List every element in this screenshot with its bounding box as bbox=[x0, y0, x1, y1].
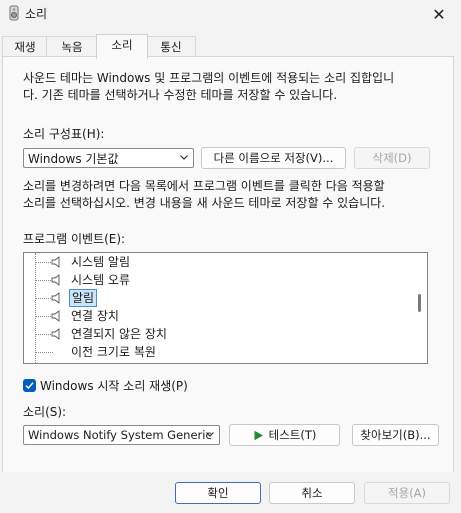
event-label: 이전 크기로 복원 bbox=[71, 345, 156, 359]
close-button[interactable]: ✕ bbox=[417, 0, 461, 28]
list-item[interactable]: 연결 장치 bbox=[24, 307, 409, 325]
cancel-button[interactable]: 취소 bbox=[269, 482, 355, 504]
speaker-icon bbox=[51, 310, 60, 322]
chevron-down-icon bbox=[206, 432, 214, 437]
save-as-button[interactable]: 다른 이름으로 저장(V)... bbox=[201, 147, 346, 169]
chevron-down-icon bbox=[180, 155, 188, 160]
close-icon: ✕ bbox=[432, 4, 446, 24]
startup-sound-checkbox[interactable] bbox=[23, 379, 36, 392]
startup-sound-label: Windows 시작 소리 재생(P) bbox=[40, 379, 188, 393]
tab-playback[interactable]: 재생 bbox=[2, 36, 48, 57]
event-label: 알림 bbox=[69, 289, 98, 307]
startup-sound-option[interactable]: Windows 시작 소리 재생(P) bbox=[23, 377, 188, 394]
event-label: 시스템 오류 bbox=[71, 273, 131, 287]
test-button-label: 테스트(T) bbox=[268, 428, 317, 442]
tab-recording[interactable]: 녹음 bbox=[46, 36, 98, 57]
list-item[interactable]: 시스템 오류 bbox=[24, 271, 409, 289]
tab-sounds[interactable]: 소리 bbox=[96, 34, 148, 59]
scheme-description-line2: 다. 기존 테마를 선택하거나 수정한 테마를 저장할 수 있습니다. bbox=[23, 88, 338, 102]
list-item[interactable]: 시스템 알림 bbox=[24, 253, 409, 271]
event-label: 시스템 알림 bbox=[71, 255, 131, 269]
browse-button[interactable]: 찾아보기(B)... bbox=[352, 424, 439, 446]
event-label: 연결 장치 bbox=[71, 309, 119, 323]
vertical-scrollbar[interactable] bbox=[413, 253, 427, 363]
apply-button[interactable]: 적용(A) bbox=[364, 482, 450, 504]
window-title: 소리 bbox=[25, 7, 48, 21]
sound-dialog: 소리 ✕ 재생 녹음 소리 통신 사운드 테마는 Windows 및 프로그램의… bbox=[0, 0, 461, 513]
event-label: 연결되지 않은 장치 bbox=[71, 327, 167, 341]
checkmark-icon bbox=[25, 382, 34, 390]
ok-button[interactable]: 확인 bbox=[175, 482, 261, 504]
dialog-footer: 확인 취소 적용(A) bbox=[0, 472, 461, 513]
speaker-icon bbox=[51, 292, 60, 304]
speaker-icon bbox=[51, 256, 60, 268]
speaker-app-icon bbox=[9, 5, 19, 21]
test-button[interactable]: 테스트(T) bbox=[229, 424, 340, 446]
sound-select[interactable]: Windows Notify System Generic bbox=[23, 425, 220, 445]
scheme-select-value: Windows 기본값 bbox=[28, 151, 119, 166]
tree-branch bbox=[35, 352, 53, 353]
scheme-description-line1: 사운드 테마는 Windows 및 프로그램의 이벤트에 적용되는 소리 집합입… bbox=[23, 71, 395, 85]
scheme-select[interactable]: Windows 기본값 bbox=[23, 148, 194, 168]
scrollbar-thumb[interactable] bbox=[418, 294, 421, 312]
events-label: 프로그램 이벤트(E): bbox=[23, 232, 126, 246]
title-bar: 소리 ✕ bbox=[0, 0, 461, 28]
speaker-icon bbox=[51, 328, 60, 340]
delete-scheme-button[interactable]: 삭제(D) bbox=[354, 147, 430, 169]
sound-select-value: Windows Notify System Generic bbox=[28, 428, 212, 442]
list-item[interactable]: 연결되지 않은 장치 bbox=[24, 325, 409, 343]
program-events-list[interactable]: 시스템 알림 시스템 오류 알림 연결 장치 연결되지 않은 장치 이전 크기로… bbox=[23, 252, 428, 364]
events-instructions-line1: 소리를 변경하려면 다음 목록에서 프로그램 이벤트를 클릭한 다음 적용할 bbox=[23, 179, 385, 193]
play-icon bbox=[254, 430, 263, 440]
tab-communications[interactable]: 통신 bbox=[146, 36, 196, 57]
list-item[interactable]: 이전 크기로 복원 bbox=[24, 343, 409, 361]
scheme-label: 소리 구성표(H): bbox=[23, 127, 105, 141]
list-item-selected[interactable]: 알림 bbox=[24, 289, 409, 307]
speaker-icon bbox=[51, 274, 60, 286]
sound-label: 소리(S): bbox=[23, 405, 67, 419]
events-instructions-line2: 소리를 선택하십시오. 변경 내용을 새 사운드 테마로 저장할 수 있습니다. bbox=[23, 196, 386, 210]
